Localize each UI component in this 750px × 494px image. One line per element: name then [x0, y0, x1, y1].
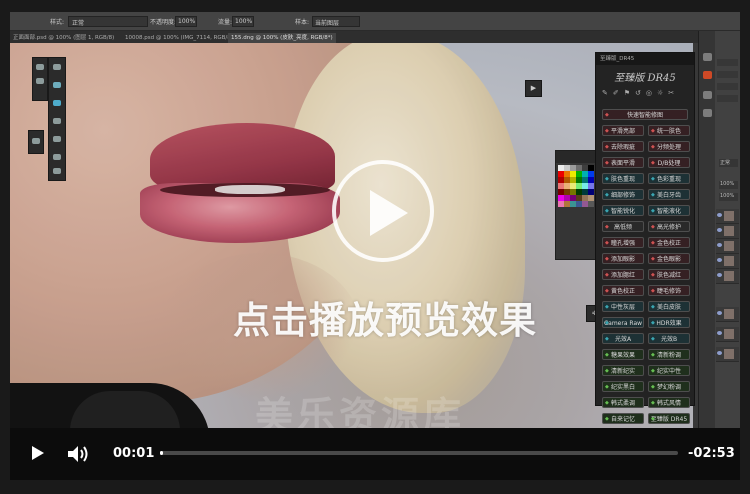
- video-controls: 00:01 -02:53: [10, 428, 740, 480]
- remaining-time: -02:53: [688, 446, 735, 461]
- progress-bar[interactable]: [160, 451, 678, 455]
- play-icon[interactable]: [32, 446, 44, 460]
- current-time: 00:01: [113, 446, 155, 461]
- play-preview-caption: 点击播放预览效果: [233, 299, 537, 342]
- progress-fill: [160, 451, 164, 455]
- big-play-icon[interactable]: [370, 190, 408, 236]
- watermark: 美乐资源库: [254, 393, 465, 428]
- volume-icon[interactable]: [67, 444, 91, 464]
- video-frame[interactable]: 样式: 正常 不透明度: 100% 流量: 100% 样本: 当前图层 正面面部…: [10, 12, 740, 428]
